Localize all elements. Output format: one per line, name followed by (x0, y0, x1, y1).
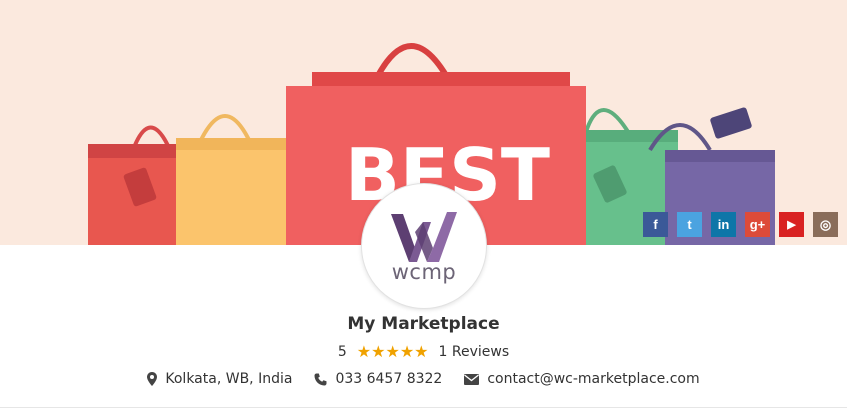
star-icon: ★ (399, 342, 415, 361)
star-icon: ★ (385, 342, 400, 361)
map-marker-icon (147, 372, 158, 386)
phone-item: 033 6457 8322 (314, 371, 442, 387)
rating-stars: ★ ★ ★ ★ ★ (357, 344, 429, 360)
social-links: f t in g+ ▶ ◎ (643, 212, 838, 237)
instagram-icon[interactable]: ◎ (813, 212, 838, 237)
star-icon: ★ (356, 342, 372, 361)
rating-value: 5 (337, 344, 347, 360)
linkedin-icon[interactable]: in (711, 212, 736, 237)
twitter-icon[interactable]: t (677, 212, 702, 237)
address-item: Kolkata, WB, India (147, 371, 292, 387)
email-item: contact@wc-marketplace.com (464, 371, 700, 387)
phone-icon (314, 373, 327, 385)
youtube-icon[interactable]: ▶ (779, 212, 804, 237)
phone-text[interactable]: 033 6457 8322 (335, 371, 442, 387)
star-icon: ★ (371, 342, 386, 361)
store-logo: wcmp (361, 183, 487, 309)
star-icon: ★ (414, 342, 429, 361)
store-name: My Marketplace (347, 314, 500, 334)
logo-text: wcmp (391, 260, 457, 284)
facebook-icon[interactable]: f (643, 212, 668, 237)
envelope-icon (464, 373, 480, 385)
reviews-count[interactable]: 1 Reviews (439, 344, 510, 360)
rating-row: 5 ★ ★ ★ ★ ★ 1 Reviews (0, 344, 847, 361)
contact-row: Kolkata, WB, India 033 6457 8322 contact… (0, 371, 847, 387)
google-plus-icon[interactable]: g+ (745, 212, 770, 237)
email-link[interactable]: contact@wc-marketplace.com (487, 371, 699, 387)
address-text: Kolkata, WB, India (165, 371, 293, 387)
wcmp-logo-mark (391, 212, 457, 262)
